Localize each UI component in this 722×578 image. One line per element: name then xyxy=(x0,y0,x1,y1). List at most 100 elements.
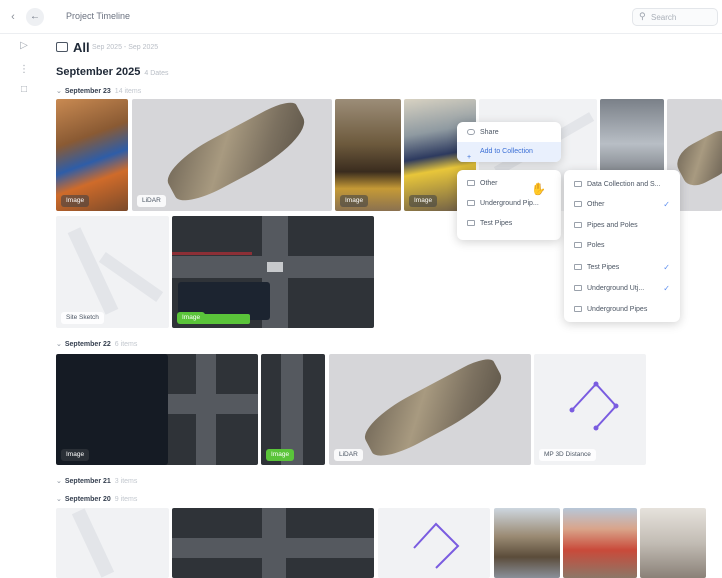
folder-icon xyxy=(574,264,582,271)
media-thumbnail[interactable]: LiDAR xyxy=(132,99,332,211)
media-thumbnail[interactable]: Image xyxy=(56,99,128,211)
crosswalk xyxy=(267,262,283,272)
menu-item-label: Add to Collection xyxy=(480,148,533,155)
filter-icon[interactable]: ▷ xyxy=(18,40,30,52)
check-icon: ✓ xyxy=(663,284,670,293)
grid-icon[interactable]: □ xyxy=(18,84,30,96)
menu-item-label: Other xyxy=(480,180,498,187)
top-bar: ‹ ← Project Timeline ⚲ Search xyxy=(0,0,722,34)
media-thumbnail[interactable]: LiDAR xyxy=(329,354,531,465)
folder-icon xyxy=(574,285,582,292)
aerial-road xyxy=(196,354,216,465)
context-menu: Share + Add to Collection xyxy=(457,122,561,162)
add-to-collection-menu-item[interactable]: + Add to Collection xyxy=(457,142,561,162)
menu-item-label: Underground Pipes xyxy=(587,306,648,313)
media-thumbnail[interactable]: Image xyxy=(261,354,325,465)
media-thumbnail[interactable]: MP 3D Distance xyxy=(534,354,646,465)
type-badge: Image xyxy=(340,195,369,207)
collection-option[interactable]: Test Pipes ✓ xyxy=(564,258,680,278)
share-icon xyxy=(467,129,475,136)
chevron-down-icon: ⌄ xyxy=(56,478,62,485)
map-road xyxy=(67,227,119,315)
collection-option[interactable]: Other ✓ xyxy=(564,195,680,215)
info-icon[interactable]: ⋮ xyxy=(18,64,30,76)
media-thumbnail[interactable] xyxy=(640,508,706,578)
collection-option[interactable]: Underground Pip... xyxy=(457,194,561,214)
menu-item-label: Underground Pip... xyxy=(480,200,539,207)
menu-item-label: Underground Utj... xyxy=(587,285,645,292)
collection-option[interactable]: Pipes and Poles xyxy=(564,216,680,236)
page-subtitle: Sep 2025 - Sep 2025 xyxy=(92,44,159,51)
folder-icon xyxy=(574,222,582,229)
aerial-road xyxy=(262,508,286,578)
back-icon[interactable]: ‹ xyxy=(6,10,20,24)
month-count: 4 Dates xyxy=(144,70,169,77)
media-thumbnail[interactable] xyxy=(56,508,169,578)
menu-item-label: Test Pipes xyxy=(587,264,620,271)
type-badge: Image xyxy=(61,195,90,207)
day-label: September 22 xyxy=(64,341,111,348)
folder-icon xyxy=(574,181,582,188)
chevron-down-icon: ⌄ xyxy=(56,341,62,348)
day-heading[interactable]: ⌄ September 23 14 items xyxy=(56,87,141,95)
progress-bar xyxy=(200,314,250,324)
distance-path xyxy=(413,522,460,569)
menu-item-label: Other xyxy=(587,201,605,208)
type-badge: Site Sketch xyxy=(61,312,104,324)
day-label: September 23 xyxy=(64,88,111,95)
media-thumbnail[interactable] xyxy=(378,508,490,578)
menu-item-label: Poles xyxy=(587,242,605,249)
media-thumbnail[interactable]: Image xyxy=(56,354,258,465)
folder-icon xyxy=(56,42,68,52)
day-heading[interactable]: ⌄ September 20 9 items xyxy=(56,495,137,503)
collection-option[interactable]: Underground Utj... ✓ xyxy=(564,279,680,299)
type-badge: Image xyxy=(266,449,295,461)
type-badge: MP 3D Distance xyxy=(539,449,596,461)
collection-option[interactable]: Poles xyxy=(564,236,680,256)
back-button[interactable]: ← xyxy=(26,8,44,26)
day-label: September 20 xyxy=(64,496,111,503)
page-title: All xyxy=(73,40,90,55)
media-thumbnail[interactable]: Image xyxy=(172,216,374,328)
collections-menu: Data Collection and S... Other ✓ Pipes an… xyxy=(564,170,680,322)
folder-icon xyxy=(467,200,475,207)
type-badge: LiDAR xyxy=(334,449,363,461)
menu-item-label: Share xyxy=(480,129,499,136)
collection-option[interactable]: Data Collection and S... xyxy=(564,175,680,195)
menu-item-label: Data Collection and S... xyxy=(587,181,661,188)
day-label: September 21 xyxy=(64,478,111,485)
type-badge: Image xyxy=(409,195,438,207)
media-thumbnail[interactable] xyxy=(563,508,637,578)
search-icon: ⚲ xyxy=(639,11,646,21)
chevron-down-icon: ⌄ xyxy=(56,88,62,95)
map-road xyxy=(71,508,115,578)
scan-graphic xyxy=(159,99,315,210)
share-menu-item[interactable]: Share xyxy=(457,123,561,143)
day-heading[interactable]: ⌄ September 21 3 items xyxy=(56,477,137,485)
day-count: 3 items xyxy=(114,478,138,485)
collection-option[interactable]: Test Pipes xyxy=(457,214,561,234)
collection-submenu: Other Underground Pip... Test Pipes xyxy=(457,170,561,240)
plus-icon: + xyxy=(467,154,472,162)
folder-icon xyxy=(574,201,582,208)
day-heading[interactable]: ⌄ September 22 6 items xyxy=(56,340,137,348)
project-title: Project Timeline xyxy=(66,11,131,21)
search-input[interactable]: ⚲ Search xyxy=(632,8,718,26)
menu-item-label: Test Pipes xyxy=(480,220,513,227)
day-count: 14 items xyxy=(114,88,142,95)
pointer-cursor-icon: ✋ xyxy=(531,182,546,196)
type-badge: Image xyxy=(61,449,90,461)
month-label: September 2025 xyxy=(56,66,141,78)
media-thumbnail[interactable] xyxy=(494,508,560,578)
media-thumbnail[interactable]: Site Sketch xyxy=(56,216,169,328)
collection-option[interactable]: Underground Pipes xyxy=(564,300,680,320)
month-heading: September 2025 4 Dates xyxy=(56,66,169,78)
check-icon: ✓ xyxy=(663,263,670,272)
type-badge: Image xyxy=(177,312,206,324)
media-thumbnail[interactable]: Image xyxy=(335,99,401,211)
media-thumbnail[interactable] xyxy=(172,508,374,578)
search-placeholder: Search xyxy=(651,13,677,22)
scan-graphic xyxy=(356,354,512,465)
day-count: 6 items xyxy=(114,341,138,348)
left-rail: ▷ ⋮ □ xyxy=(0,34,44,578)
